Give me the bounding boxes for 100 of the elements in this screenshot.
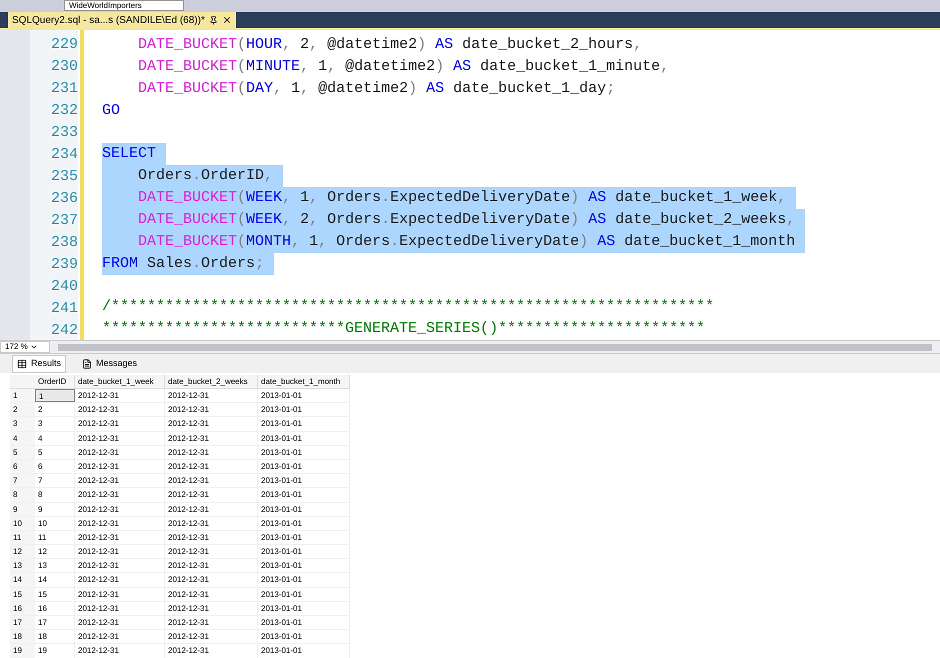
pin-icon[interactable] (208, 16, 218, 24)
table-cell: 2012-12-31 (165, 389, 258, 402)
table-cell: 2012-12-31 (165, 602, 258, 615)
row-number: 8 (10, 488, 35, 502)
line-number: 231 (50, 79, 78, 99)
row-number: 1 (10, 389, 35, 402)
table-cell: 2012-12-31 (75, 644, 165, 658)
row-number: 7 (10, 474, 35, 488)
table-cell: 2013-01-01 (258, 474, 350, 488)
table-cell: 2013-01-01 (258, 403, 350, 416)
row-number: 9 (10, 502, 35, 516)
result-tab[interactable]: Results (12, 354, 66, 372)
table-cell: 2012-12-31 (75, 616, 165, 630)
row-number: 3 (10, 417, 35, 431)
line-number: 229 (50, 35, 78, 55)
result-tab[interactable]: Messages (78, 354, 142, 372)
table-cell: 4 (35, 432, 75, 445)
document-icon (82, 358, 92, 368)
table-cell: 2012-12-31 (165, 616, 258, 630)
row-number: 4 (10, 432, 35, 445)
table-cell: 2013-01-01 (258, 417, 350, 431)
table-cell: 14 (35, 573, 75, 587)
column-header[interactable]: OrderID (35, 375, 75, 388)
line-number: 233 (50, 123, 78, 143)
table-cell: 2013-01-01 (258, 488, 350, 502)
row-number: 12 (10, 545, 35, 558)
line-number: 230 (50, 57, 78, 77)
table-cell: 2012-12-31 (165, 432, 258, 445)
table-cell: 2013-01-01 (258, 573, 350, 587)
line-number: 242 (50, 321, 78, 340)
table-cell: 2012-12-31 (165, 446, 258, 459)
row-number: 13 (10, 559, 35, 572)
document-tab[interactable]: SQLQuery2.sql - sa...s (SANDILE\Ed (68))* (8, 12, 236, 28)
table-cell: 2013-01-01 (258, 588, 350, 601)
horizontal-scrollbar[interactable] (58, 344, 932, 350)
table-cell: 2012-12-31 (75, 502, 165, 516)
table-cell: 2012-12-31 (165, 630, 258, 644)
line-number: 235 (50, 167, 78, 187)
line-number: 232 (50, 101, 78, 121)
row-number: 15 (10, 588, 35, 601)
table-cell: 13 (35, 559, 75, 572)
table-cell: 2012-12-31 (75, 460, 165, 474)
table-cell: 2012-12-31 (75, 630, 165, 644)
table-cell: 2012-12-31 (165, 644, 258, 658)
table-cell: 2012-12-31 (75, 602, 165, 615)
table-cell: 2012-12-31 (165, 403, 258, 416)
table-cell: 2012-12-31 (75, 417, 165, 431)
table-cell: 2013-01-01 (258, 460, 350, 474)
table-cell: 2012-12-31 (75, 488, 165, 502)
table-cell: 2012-12-31 (75, 530, 165, 544)
table-cell: 2 (35, 403, 75, 416)
table-cell: 2013-01-01 (258, 446, 350, 459)
table-cell: 2013-01-01 (258, 616, 350, 630)
table-cell: 19 (35, 644, 75, 658)
table-cell: 2012-12-31 (165, 488, 258, 502)
table-cell: 6 (35, 460, 75, 474)
table-cell: 15 (35, 588, 75, 601)
table-cell: 2012-12-31 (165, 545, 258, 558)
table-cell: 2013-01-01 (258, 559, 350, 572)
column-header[interactable]: date_bucket_1_month (258, 375, 350, 388)
column-header[interactable]: date_bucket_1_week (75, 375, 165, 388)
line-number: 236 (50, 189, 78, 209)
line-number: 237 (50, 211, 78, 231)
table-cell: 2012-12-31 (165, 516, 258, 530)
table-cell: 2012-12-31 (75, 403, 165, 416)
zoom-dropdown[interactable]: 172 % (0, 341, 50, 353)
line-number: 239 (50, 255, 78, 275)
table-cell: 2012-12-31 (75, 573, 165, 587)
table-cell: 2012-12-31 (75, 446, 165, 459)
table-cell: 2013-01-01 (258, 502, 350, 516)
row-number: 6 (10, 460, 35, 474)
table-cell: 2013-01-01 (258, 432, 350, 445)
table-cell: 1 (35, 389, 75, 402)
row-number: 17 (10, 616, 35, 630)
column-header[interactable]: date_bucket_2_weeks (165, 375, 258, 388)
row-number: 11 (10, 530, 35, 544)
table-cell: 16 (35, 602, 75, 615)
row-number: 5 (10, 446, 35, 459)
row-number: 16 (10, 602, 35, 615)
table-cell: 9 (35, 502, 75, 516)
row-number: 18 (10, 630, 35, 644)
table-cell: 2013-01-01 (258, 389, 350, 402)
table-cell: 2012-12-31 (165, 417, 258, 431)
database-dropdown[interactable]: WideWorldImporters (64, 0, 184, 11)
table-cell: 2013-01-01 (258, 530, 350, 544)
table-cell: 11 (35, 530, 75, 544)
grid-icon (17, 358, 27, 368)
close-icon[interactable] (222, 15, 232, 25)
table-cell: 2012-12-31 (75, 432, 165, 445)
line-number: 240 (50, 277, 78, 297)
line-number: 238 (50, 233, 78, 253)
table-cell: 2012-12-31 (75, 389, 165, 402)
table-cell: 2012-12-31 (165, 573, 258, 587)
table-cell: 2013-01-01 (258, 545, 350, 558)
row-number: 2 (10, 403, 35, 416)
table-cell: 2013-01-01 (258, 644, 350, 658)
line-number: 241 (50, 299, 78, 319)
table-cell: 12 (35, 545, 75, 558)
table-cell: 2012-12-31 (75, 474, 165, 488)
table-cell: 2012-12-31 (165, 474, 258, 488)
